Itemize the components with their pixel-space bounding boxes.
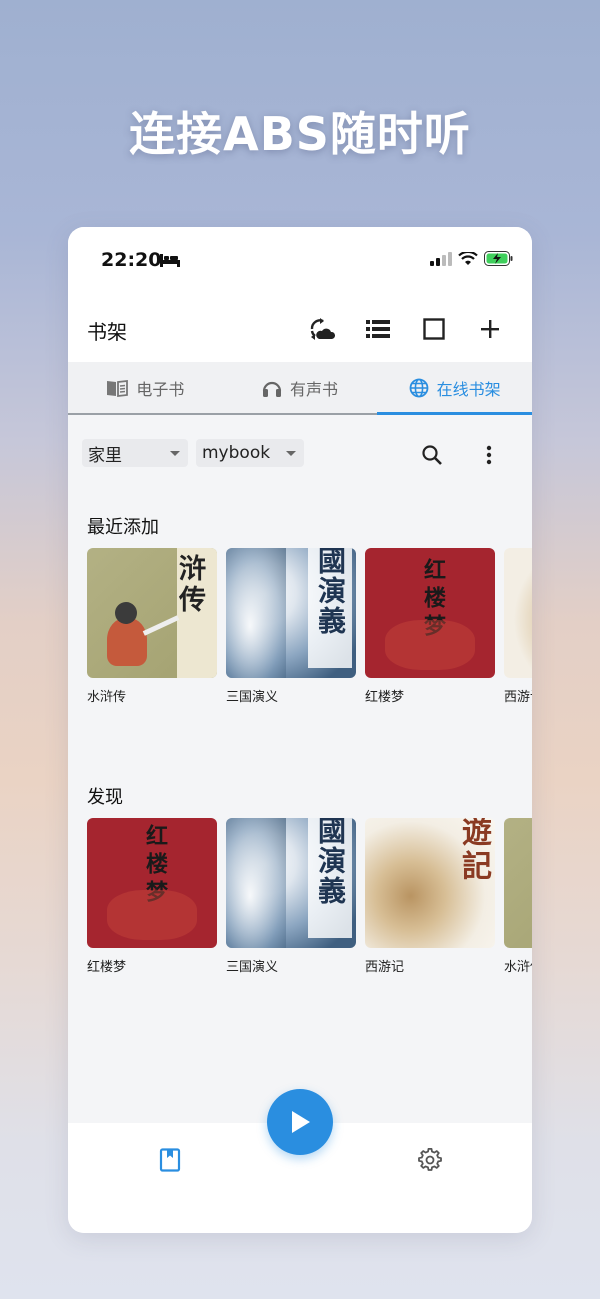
discover-books-row: 红楼梦 红楼梦 國演義 三国演义 遊記 西游记 水浒传 xyxy=(87,818,532,975)
book-cover: 浒传 xyxy=(87,548,217,678)
globe-icon xyxy=(409,378,429,397)
select-button[interactable] xyxy=(406,315,462,343)
play-icon xyxy=(292,1111,310,1133)
book-card[interactable]: 浒传 水浒传 xyxy=(87,548,217,705)
more-vertical-icon xyxy=(486,445,492,465)
bed-icon xyxy=(160,254,180,267)
chevron-down-icon xyxy=(286,450,296,456)
cover-title-text: 浒传 xyxy=(174,554,205,616)
page-title: 书架 xyxy=(87,320,127,344)
shelf-dropdown-value: mybook xyxy=(202,443,271,463)
battery-charging-icon xyxy=(484,251,513,266)
cover-title-text: 遊記 xyxy=(456,818,491,884)
tab-online-shelf-label: 在线书架 xyxy=(436,379,501,399)
section-title-discover: 发现 xyxy=(87,787,123,808)
add-button[interactable] xyxy=(462,315,518,343)
book-title: 三国演义 xyxy=(226,690,279,705)
book-title: 三国演义 xyxy=(226,960,279,975)
square-icon xyxy=(423,318,445,340)
nav-bookshelf[interactable] xyxy=(155,1145,185,1175)
tab-audiobooks-label: 有声书 xyxy=(290,379,339,399)
book-title: 西游记 xyxy=(504,690,532,705)
more-options-button[interactable] xyxy=(475,441,503,469)
book-title: 红楼梦 xyxy=(87,960,127,975)
phone-screen: 22:20 书架 电子书 有声书 在线书架 家里 mybook 最近添加 浒传 … xyxy=(68,227,532,1233)
status-time: 22:20 xyxy=(101,249,162,271)
library-dropdown[interactable]: 家里 xyxy=(82,439,188,467)
book-cover: 國演義 xyxy=(226,818,356,948)
book-cover: 红楼梦 xyxy=(365,548,495,678)
book-card[interactable]: 西游记 xyxy=(504,548,532,705)
book-cover xyxy=(504,818,532,948)
app-bar: 书架 xyxy=(68,297,532,362)
book-cover: 國演義 xyxy=(226,548,356,678)
book-title: 红楼梦 xyxy=(365,690,405,705)
chevron-down-icon xyxy=(170,450,180,456)
book-title: 水浒传 xyxy=(504,960,532,975)
book-cover: 遊記 xyxy=(365,818,495,948)
book-card[interactable]: 國演義 三国演义 xyxy=(226,818,356,975)
book-open-icon xyxy=(107,379,129,397)
book-card[interactable]: 红楼梦 红楼梦 xyxy=(87,818,217,975)
tab-ebooks[interactable]: 电子书 xyxy=(68,362,223,413)
tab-ebooks-label: 电子书 xyxy=(136,379,185,399)
recent-books-row: 浒传 水浒传 國演義 三国演义 红楼梦 红楼梦 西游记 xyxy=(87,548,532,705)
search-button[interactable] xyxy=(418,441,446,469)
status-bar: 22:20 xyxy=(68,227,532,297)
shelf-dropdown[interactable]: mybook xyxy=(196,439,304,467)
book-card[interactable]: 红楼梦 红楼梦 xyxy=(365,548,495,705)
section-title-recent: 最近添加 xyxy=(87,517,159,538)
bookshelf-icon xyxy=(159,1148,181,1172)
signal-icon xyxy=(430,251,452,266)
book-card[interactable]: 遊記 西游记 xyxy=(365,818,495,975)
play-button[interactable] xyxy=(267,1089,333,1155)
tab-online-shelf[interactable]: 在线书架 xyxy=(377,362,532,415)
cover-title-text: 國演義 xyxy=(308,818,352,938)
gear-icon xyxy=(418,1148,442,1171)
plus-icon xyxy=(481,320,499,338)
wifi-icon xyxy=(458,251,478,265)
list-icon xyxy=(366,320,390,338)
cloud-sync-icon xyxy=(310,318,335,340)
tab-audiobooks[interactable]: 有声书 xyxy=(223,362,378,413)
tab-bar: 电子书 有声书 在线书架 xyxy=(68,362,532,415)
list-view-button[interactable] xyxy=(350,315,406,343)
book-card[interactable]: 國演義 三国演义 xyxy=(226,548,356,705)
book-title: 西游记 xyxy=(365,960,405,975)
book-card[interactable]: 水浒传 xyxy=(504,818,532,975)
sync-button[interactable] xyxy=(294,315,350,343)
book-title: 水浒传 xyxy=(87,690,127,705)
library-dropdown-value: 家里 xyxy=(88,445,122,466)
book-cover: 红楼梦 xyxy=(87,818,217,948)
search-icon xyxy=(422,445,442,465)
headphones-icon xyxy=(262,381,282,397)
promo-headline: 连接ABS随时听 xyxy=(129,107,471,161)
nav-settings[interactable] xyxy=(415,1145,445,1175)
book-cover xyxy=(504,548,532,678)
cover-title-text: 國演義 xyxy=(308,548,352,668)
